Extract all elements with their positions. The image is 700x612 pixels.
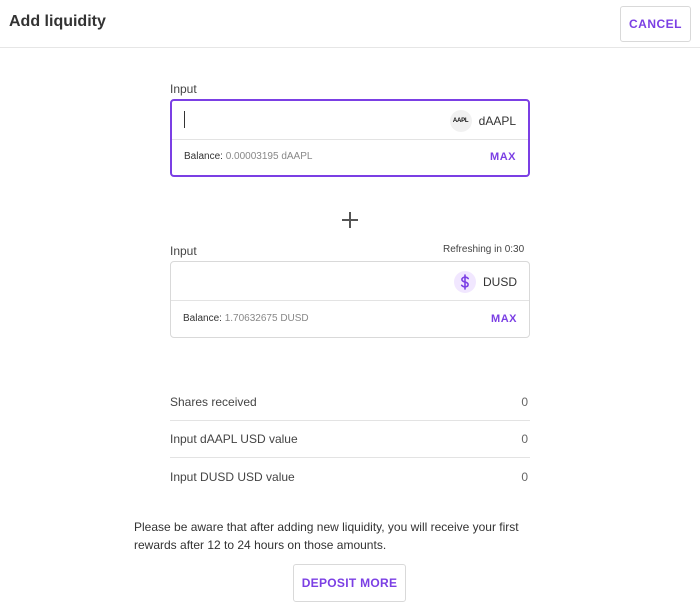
summary-value: 0 [521,469,528,484]
dollar-icon [453,271,476,293]
plus-icon [342,212,358,228]
aapl-token-icon: AAPL [449,110,472,132]
token-symbol-dusd: DUSD [482,275,517,289]
summary-value: 0 [521,432,528,446]
max-button-daapl[interactable]: MAX [490,151,516,163]
summary-row: Shares received 0 [170,384,530,421]
cancel-button[interactable]: CANCEL [620,6,691,42]
summary-row: Input dAAPL USD value 0 [170,421,530,458]
input-a-balance-row: Balance: 0.00003195 dAAPL MAX [172,138,528,175]
input-b-balance: Balance: 1.70632675 DUSD [183,313,309,324]
text-caret [184,111,185,128]
input-b-balance-row: Balance: 1.70632675 DUSD MAX [171,300,529,337]
summary-label: Input DUSD USD value [170,469,295,484]
rewards-notice: Please be aware that after adding new li… [134,520,519,552]
balance-value: 1.70632675 DUSD [224,313,309,324]
input-a-box: AAPL dAAPL Balance: 0.00003195 dAAPL MAX [170,99,530,177]
input-b-field[interactable]: DUSD [171,262,529,300]
header-bar: Add liquidity CANCEL [0,0,700,48]
summary-value: 0 [521,395,528,409]
deposit-more-button[interactable]: DEPOSIT MORE [293,564,406,602]
max-button-dusd[interactable]: MAX [491,313,517,325]
page-title: Add liquidity [9,13,106,30]
balance-label: Balance: [184,151,223,162]
summary-label: Shares received [170,395,257,409]
token-symbol-daapl: dAAPL [478,114,516,128]
token-selector-daapl: AAPL dAAPL [449,110,516,132]
summary-label: Input dAAPL USD value [170,432,298,446]
balance-label: Balance: [183,313,222,324]
input-b-label: Input [170,244,197,258]
token-selector-dusd: DUSD [453,271,517,293]
summary-row: Input DUSD USD value 0 [170,458,530,495]
refresh-timer: Refreshing in 0:30 [443,244,525,255]
balance-value: 0.00003195 dAAPL [225,151,313,162]
input-b-box: DUSD Balance: 1.70632675 DUSD MAX [170,261,530,338]
input-a-label: Input [170,82,197,96]
summary-table: Shares received 0 Input dAAPL USD value … [170,384,530,495]
input-a-balance: Balance: 0.00003195 dAAPL [184,151,312,162]
input-a-field[interactable]: AAPL dAAPL [172,101,528,140]
